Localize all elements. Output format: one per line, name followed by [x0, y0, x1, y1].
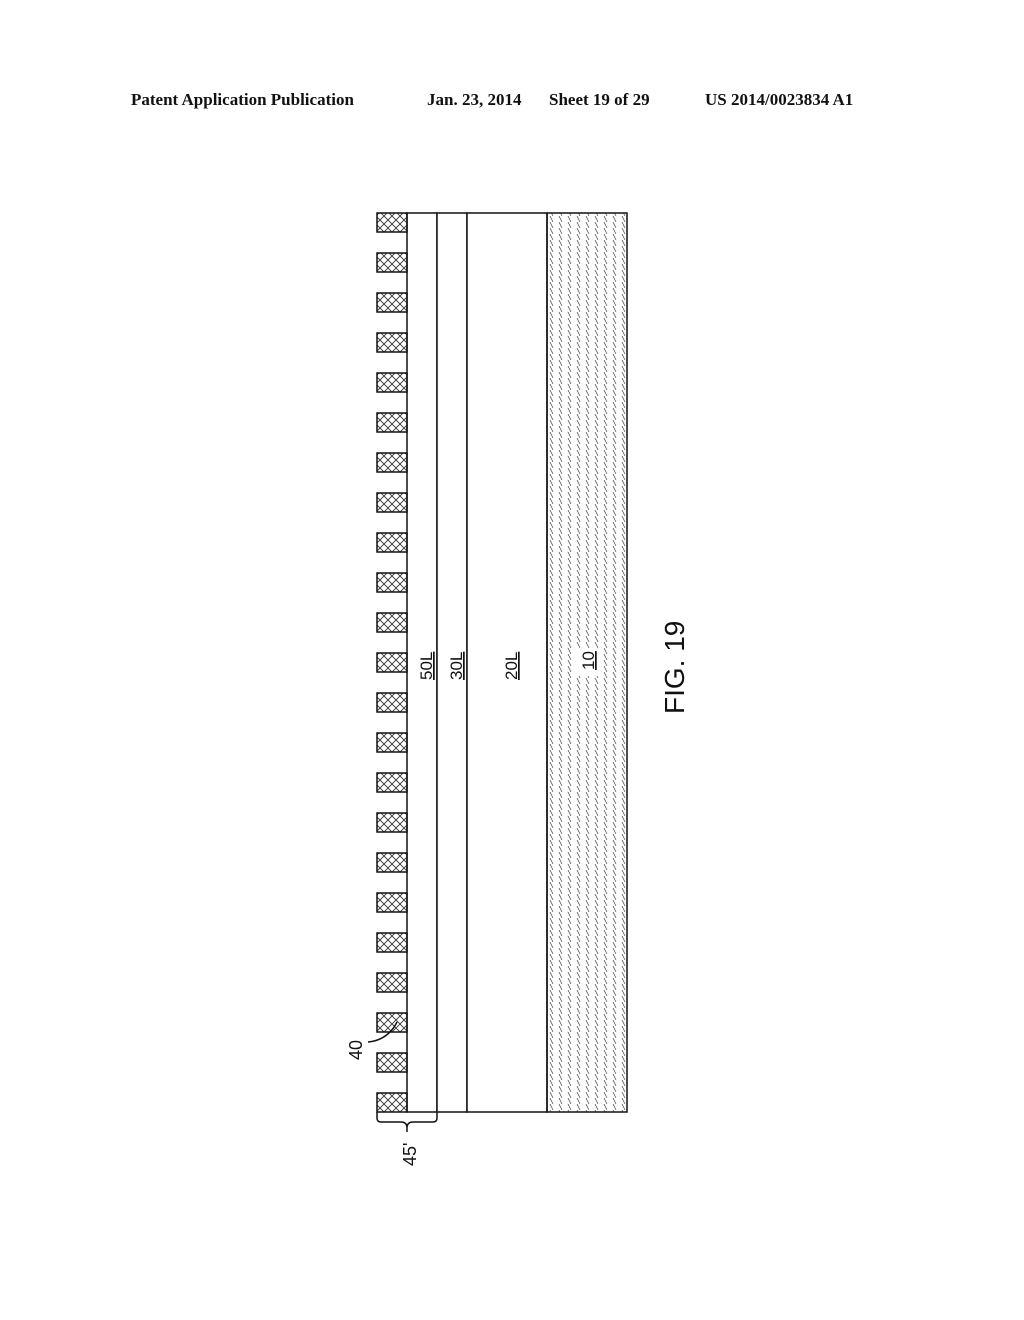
figure-caption: FIG. 19: [659, 621, 690, 714]
pad-40: [376, 372, 408, 393]
pad-40: [376, 532, 408, 553]
pad-40: [376, 1052, 408, 1073]
pad-40: [376, 972, 408, 993]
label-40: 40: [346, 1040, 366, 1060]
pad-40: [376, 572, 408, 593]
pad-40: [376, 812, 408, 833]
figure-19-diagram: 50L 30L 20L 10 40 45' FIG. 19: [346, 212, 690, 1166]
label-10: 10: [579, 651, 598, 670]
pad-40: [376, 652, 408, 673]
pad-40: [376, 1092, 408, 1113]
pad-40: [376, 492, 408, 513]
pad-40: [376, 732, 408, 753]
pad-40: [376, 852, 408, 873]
pad-40: [376, 772, 408, 793]
pad-40: [376, 612, 408, 633]
label-50L: 50L: [417, 652, 436, 680]
pad-40: [376, 212, 408, 233]
pad-40: [376, 932, 408, 953]
bracket-45-prime: [376, 1112, 438, 1132]
pad-40: [376, 332, 408, 353]
label-30L: 30L: [447, 652, 466, 680]
pad-40: [376, 292, 408, 313]
pad-40: [376, 692, 408, 713]
pad-40: [376, 892, 408, 913]
label-45-prime: 45': [400, 1143, 420, 1166]
pad-40: [376, 452, 408, 473]
pad-40: [376, 252, 408, 273]
pad-40: [376, 412, 408, 433]
label-20L: 20L: [502, 652, 521, 680]
